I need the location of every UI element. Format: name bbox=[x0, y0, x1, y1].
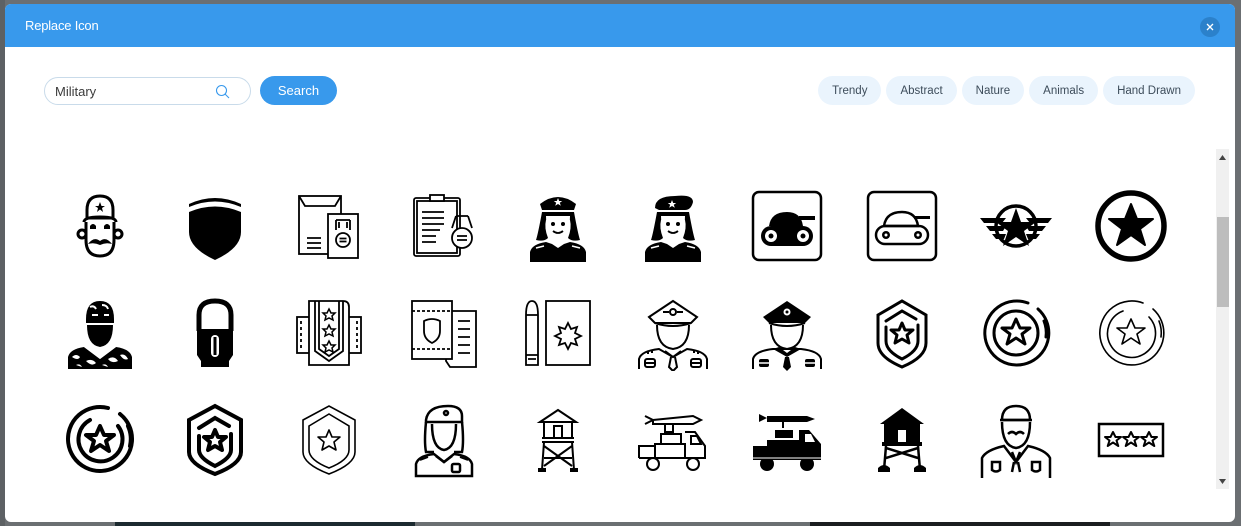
close-button[interactable] bbox=[1200, 17, 1220, 37]
dialog-header: Replace Icon bbox=[5, 4, 1235, 47]
icon-result[interactable] bbox=[730, 172, 845, 279]
icon-result[interactable] bbox=[616, 386, 731, 492]
icon-result[interactable] bbox=[387, 172, 502, 279]
star-ring-badge-icon bbox=[983, 299, 1051, 366]
icon-result[interactable] bbox=[845, 386, 960, 492]
watchtower-solid-icon bbox=[877, 407, 926, 472]
icon-result[interactable] bbox=[616, 172, 731, 279]
icon-result[interactable] bbox=[616, 279, 731, 386]
tank-solid-icon bbox=[752, 190, 823, 261]
bullet-icon bbox=[196, 297, 234, 367]
envelope-medal-icon bbox=[298, 194, 360, 259]
icon-result[interactable] bbox=[272, 386, 387, 492]
arrow-down-icon bbox=[1219, 478, 1226, 484]
icon-result[interactable] bbox=[501, 279, 616, 386]
icon-result[interactable] bbox=[387, 386, 502, 492]
category-chips: Trendy Abstract Nature Animals Hand Draw… bbox=[818, 76, 1195, 105]
officer-solid-icon bbox=[752, 300, 823, 371]
results-scrollbar[interactable] bbox=[1216, 149, 1229, 489]
female-soldier-outline-icon bbox=[414, 404, 473, 477]
shield-icon bbox=[188, 197, 241, 260]
category-chip-hand-drawn[interactable]: Hand Drawn bbox=[1103, 76, 1195, 105]
icon-result[interactable] bbox=[730, 279, 845, 386]
category-chip-animals[interactable]: Animals bbox=[1029, 76, 1099, 105]
shield-star-bold-icon bbox=[186, 403, 243, 476]
missile-truck-outline-icon bbox=[637, 414, 706, 471]
shield-star-thin-icon bbox=[302, 404, 357, 475]
icon-result[interactable] bbox=[1074, 279, 1189, 386]
icon-results bbox=[5, 147, 1235, 492]
general-officer-icon bbox=[981, 404, 1052, 478]
icon-result[interactable] bbox=[959, 172, 1074, 279]
dialog-title: Replace Icon bbox=[25, 18, 99, 33]
search-toolbar: Search Trendy Abstract Nature Animals Ha… bbox=[5, 47, 1235, 147]
search-icon[interactable] bbox=[215, 84, 230, 99]
scroll-down-button[interactable] bbox=[1216, 475, 1229, 487]
scroll-up-button[interactable] bbox=[1216, 151, 1229, 163]
shield-star-icon bbox=[876, 298, 928, 369]
icon-grid bbox=[43, 172, 1188, 492]
star-ring-bold-icon bbox=[66, 404, 135, 473]
rank-stars-strap-icon bbox=[296, 299, 363, 366]
icon-result[interactable] bbox=[959, 386, 1074, 492]
icon-result[interactable] bbox=[845, 279, 960, 386]
icon-result[interactable] bbox=[272, 279, 387, 386]
camouflage-soldier-icon bbox=[68, 300, 133, 369]
icon-result[interactable] bbox=[501, 172, 616, 279]
icon-result[interactable] bbox=[1074, 172, 1189, 279]
icon-result[interactable] bbox=[158, 386, 273, 492]
star-circle-icon bbox=[1095, 189, 1167, 262]
icon-result[interactable] bbox=[158, 279, 273, 386]
shield-document-icon bbox=[410, 299, 477, 368]
icon-result[interactable] bbox=[959, 279, 1074, 386]
replace-icon-dialog: Replace Icon Search Trendy Abstract Natu… bbox=[5, 4, 1235, 522]
icon-result[interactable] bbox=[43, 386, 158, 492]
scroll-thumb[interactable] bbox=[1217, 217, 1229, 307]
icon-result[interactable] bbox=[43, 172, 158, 279]
star-ring-thin-icon bbox=[1098, 299, 1165, 366]
bullet-badge-icon bbox=[525, 299, 592, 366]
three-star-rank-icon bbox=[1097, 422, 1164, 457]
icon-result[interactable] bbox=[158, 172, 273, 279]
soldier-with-moustache-icon bbox=[76, 193, 124, 258]
icon-result[interactable] bbox=[387, 279, 502, 386]
arrow-up-icon bbox=[1219, 154, 1226, 160]
icon-result[interactable] bbox=[272, 172, 387, 279]
watchtower-outline-icon bbox=[536, 408, 580, 472]
search-button[interactable]: Search bbox=[260, 76, 337, 105]
category-chip-trendy[interactable]: Trendy bbox=[818, 76, 882, 105]
icon-result[interactable] bbox=[730, 386, 845, 492]
close-icon bbox=[1206, 23, 1214, 31]
icon-result[interactable] bbox=[43, 279, 158, 386]
search-field[interactable] bbox=[44, 77, 251, 105]
partial-icon-row bbox=[976, 147, 1046, 149]
winged-star-emblem-icon bbox=[980, 203, 1053, 248]
officer-outline-icon bbox=[637, 299, 708, 371]
category-chip-abstract[interactable]: Abstract bbox=[886, 76, 957, 105]
clipboard-medal-icon bbox=[412, 193, 473, 257]
female-officer-cap-icon bbox=[530, 196, 587, 262]
icon-result[interactable] bbox=[501, 386, 616, 492]
category-chip-nature[interactable]: Nature bbox=[961, 76, 1025, 105]
missile-truck-solid-icon bbox=[753, 413, 822, 471]
icon-result[interactable] bbox=[845, 172, 960, 279]
female-soldier-beret-icon bbox=[644, 195, 701, 262]
tank-outline-icon bbox=[866, 190, 937, 261]
search-input[interactable] bbox=[55, 83, 205, 99]
icon-result[interactable] bbox=[1074, 386, 1189, 492]
